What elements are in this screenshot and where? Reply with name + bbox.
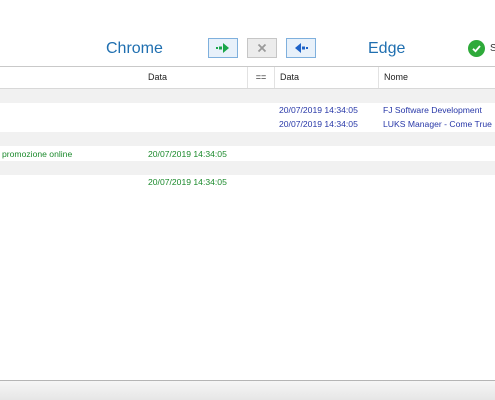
status-label: S: [490, 43, 495, 54]
copy-to-right-button[interactable]: [208, 38, 238, 58]
group-row[interactable]: [0, 132, 495, 146]
left-browser-title: Chrome: [106, 40, 163, 57]
column-header-right-date[interactable]: Data: [275, 67, 379, 88]
delete-button[interactable]: [247, 38, 277, 58]
right-date-cell: 20/07/2019 14:34:05: [279, 119, 358, 129]
table-row[interactable]: promozione online 20/07/2019 14:34:05: [0, 147, 495, 161]
group-row[interactable]: [0, 89, 495, 103]
column-header-left-date[interactable]: Data: [143, 67, 248, 88]
left-name-cell: promozione online: [2, 149, 73, 159]
right-browser-title: Edge: [368, 40, 406, 57]
arrow-left-icon: [295, 43, 308, 53]
bookmarks-comparison-grid[interactable]: Data == Data Nome 20/07/2019 14:34:05 FJ…: [0, 66, 495, 381]
group-row[interactable]: [0, 161, 495, 175]
right-date-cell: 20/07/2019 14:34:05: [279, 105, 358, 115]
right-name-cell: FJ Software Development: [383, 105, 482, 115]
table-row[interactable]: 20/07/2019 14:34:05: [0, 175, 495, 189]
bottom-bar: [0, 381, 495, 400]
left-date-cell: 20/07/2019 14:34:05: [148, 177, 227, 187]
column-header-compare[interactable]: ==: [248, 67, 275, 88]
x-icon: [257, 43, 267, 53]
grid-header: Data == Data Nome: [0, 67, 495, 89]
table-row[interactable]: 20/07/2019 14:34:05 LUKS Manager - Come …: [0, 117, 495, 131]
check-icon: [468, 40, 485, 57]
copy-to-left-button[interactable]: [286, 38, 316, 58]
comparison-toolbar: Chrome Edge S: [0, 0, 495, 66]
right-name-cell: LUKS Manager - Come True: [383, 119, 492, 129]
left-date-cell: 20/07/2019 14:34:05: [148, 149, 227, 159]
arrow-right-icon: [216, 43, 229, 53]
table-row[interactable]: 20/07/2019 14:34:05 FJ Software Developm…: [0, 103, 495, 117]
column-header-right-name[interactable]: Nome: [379, 67, 495, 88]
